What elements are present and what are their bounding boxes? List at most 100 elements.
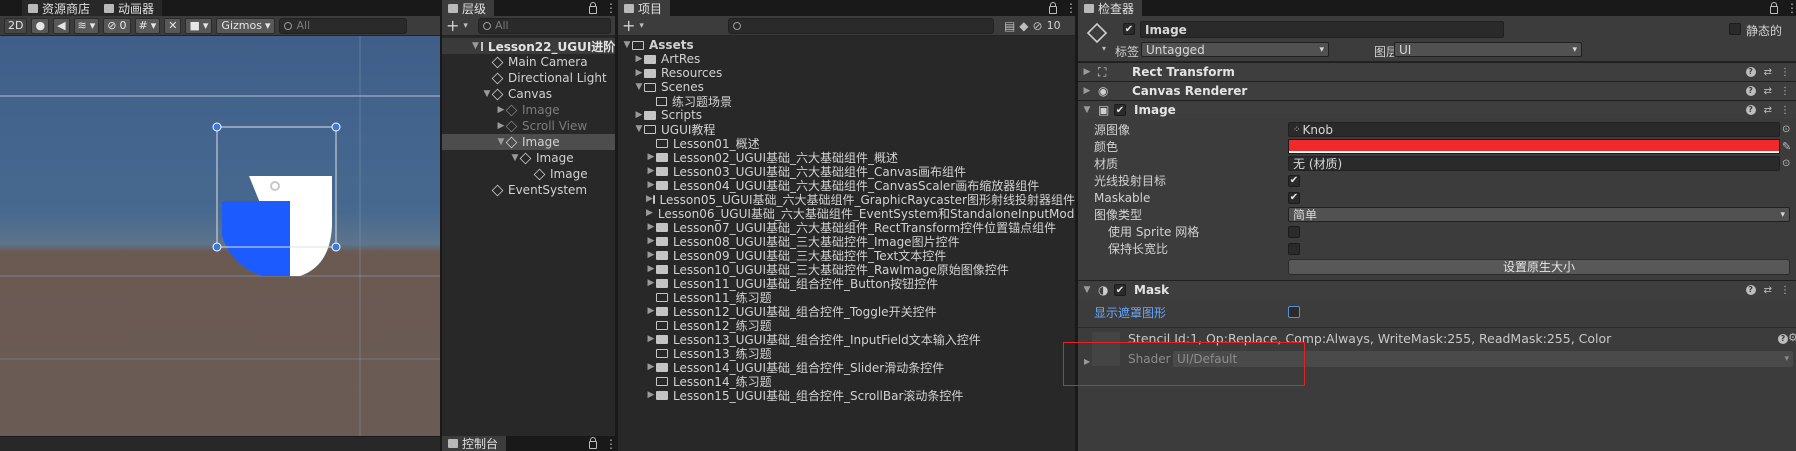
expand-arrow-icon[interactable]: ▼ bbox=[634, 82, 644, 92]
help-icon[interactable]: ? bbox=[1745, 284, 1756, 295]
tab-asset-store[interactable]: 资源商店 bbox=[22, 0, 99, 16]
hierarchy-item[interactable]: Directional Light bbox=[442, 70, 615, 86]
hierarchy-search-input[interactable]: All bbox=[477, 17, 611, 34]
mask-enabled-checkbox[interactable]: ✔ bbox=[1114, 284, 1126, 296]
expand-arrow-icon[interactable]: ▶ bbox=[646, 250, 656, 260]
expand-arrow-icon[interactable]: ▶ bbox=[646, 208, 653, 218]
hierarchy-item[interactable]: EventSystem bbox=[442, 182, 615, 198]
chevron-down-icon[interactable]: ▾ bbox=[1102, 44, 1106, 53]
expand-arrow-icon[interactable]: ▶ bbox=[634, 68, 644, 78]
set-native-size-button[interactable]: 设置原生大小 bbox=[1288, 258, 1790, 275]
expand-arrow-icon[interactable]: ▶ bbox=[634, 110, 644, 120]
expand-arrow-icon[interactable]: ▶ bbox=[646, 180, 656, 190]
help-icon[interactable]: ? bbox=[1778, 334, 1788, 344]
help-icon[interactable]: ? bbox=[1745, 104, 1756, 115]
project-tree-item[interactable]: ▶ Resources bbox=[618, 66, 1075, 80]
active-checkbox[interactable]: ✔ bbox=[1123, 23, 1135, 35]
tab-hierarchy[interactable]: 层级 bbox=[442, 0, 495, 16]
lock-icon[interactable] bbox=[589, 1, 597, 14]
expand-arrow-icon[interactable]: ▶ bbox=[646, 390, 656, 400]
project-tree-item[interactable]: 练习题场景 bbox=[618, 94, 1075, 109]
preset-icon[interactable]: ⇄ bbox=[1764, 86, 1772, 97]
eyedropper-icon[interactable]: ✎ bbox=[1782, 140, 1796, 153]
source-image-field[interactable]: ⁘ Knob bbox=[1288, 122, 1780, 137]
expand-arrow-icon[interactable]: ▼ bbox=[634, 124, 644, 134]
search-by-label-icon[interactable]: ◆ bbox=[1019, 19, 1028, 33]
expand-arrow-icon[interactable]: ▶ bbox=[646, 334, 656, 344]
hierarchy-item[interactable]: ▼ Image bbox=[442, 150, 615, 166]
project-tree-item[interactable]: ▼ Assets bbox=[618, 38, 1075, 52]
eye-hidden-icon[interactable]: ⊘ bbox=[1033, 19, 1043, 33]
2d-toggle[interactable]: 2D bbox=[4, 17, 28, 34]
project-tree-item[interactable]: ▶ ArtRes bbox=[618, 52, 1075, 66]
add-icon[interactable]: + bbox=[446, 16, 459, 35]
show-mask-graphic-checkbox[interactable] bbox=[1288, 306, 1300, 318]
more-icon[interactable]: ⋮ bbox=[1780, 86, 1790, 97]
anchor-handle-tl[interactable] bbox=[212, 122, 222, 132]
raycast-target-checkbox[interactable]: ✔ bbox=[1288, 174, 1300, 187]
expand-arrow-icon[interactable]: ▶ bbox=[646, 306, 656, 316]
more-icon[interactable]: ⋮ bbox=[605, 437, 617, 451]
expand-arrow-icon[interactable]: ▼ bbox=[1082, 105, 1092, 115]
anchor-handle-tr[interactable] bbox=[331, 122, 341, 132]
color-swatch[interactable] bbox=[1288, 139, 1780, 154]
component-image[interactable]: ▼ ▣ ✔ Image ? ⇄ ⋮ bbox=[1078, 100, 1796, 119]
scene-viewport[interactable] bbox=[0, 36, 440, 436]
lighting-toggle[interactable]: ● bbox=[31, 17, 50, 34]
lock-icon[interactable] bbox=[1770, 1, 1778, 14]
object-picker-icon[interactable]: ⊙ bbox=[1782, 158, 1796, 169]
chevron-down-icon[interactable]: ▾ bbox=[463, 21, 468, 31]
expand-arrow-icon[interactable]: ▶ bbox=[646, 278, 656, 288]
scene-search-input[interactable]: All bbox=[279, 17, 408, 34]
expand-arrow-icon[interactable]: ▶ bbox=[1082, 86, 1092, 96]
component-canvas-renderer[interactable]: ▶ ◉ Canvas Renderer ? ⇄ ⋮ bbox=[1078, 81, 1796, 100]
more-icon[interactable]: ⋮ bbox=[1780, 105, 1790, 116]
tools-button[interactable]: ✕ bbox=[164, 17, 182, 34]
hierarchy-item[interactable]: ▼ Image bbox=[442, 134, 615, 150]
expand-arrow-icon[interactable]: ▶ bbox=[646, 166, 656, 176]
preserve-aspect-checkbox[interactable] bbox=[1288, 242, 1300, 255]
preset-icon[interactable]: ⇄ bbox=[1764, 105, 1772, 116]
hierarchy-item[interactable]: ▶ Scroll View bbox=[442, 118, 615, 134]
static-checkbox[interactable] bbox=[1729, 23, 1741, 35]
expand-arrow-icon[interactable]: ▶ bbox=[646, 152, 656, 162]
lock-icon[interactable] bbox=[1049, 1, 1057, 14]
expand-arrow-icon[interactable]: ▶ bbox=[646, 194, 653, 204]
tag-dropdown[interactable]: Untagged ▾ bbox=[1141, 42, 1329, 57]
more-icon[interactable]: ⋮ bbox=[1780, 285, 1790, 296]
hierarchy-item[interactable]: ▼ Canvas bbox=[442, 86, 615, 102]
expand-arrow-icon[interactable]: ▶ bbox=[646, 264, 656, 274]
hidden-objects-toggle[interactable]: ⊘ 0 bbox=[103, 17, 131, 34]
component-rect-transform[interactable]: ▶ ⛶ Rect Transform ? ⇄ ⋮ bbox=[1078, 62, 1796, 81]
object-name-field[interactable]: Image bbox=[1140, 21, 1504, 38]
audio-toggle[interactable]: ◀ bbox=[53, 17, 70, 34]
expand-arrow-icon[interactable]: ▼ bbox=[622, 40, 632, 50]
chevron-down-icon[interactable]: ▾ bbox=[639, 21, 644, 31]
image-enabled-checkbox[interactable]: ✔ bbox=[1114, 104, 1126, 116]
hierarchy-item[interactable]: Image bbox=[442, 166, 615, 182]
project-tree-item[interactable]: ▶ Lesson15_UGUI基础_组合控件_ScrollBar滚动条控件 bbox=[618, 388, 1075, 403]
settings-icon[interactable]: ⚙ bbox=[1788, 331, 1796, 344]
project-search-input[interactable] bbox=[727, 17, 994, 34]
maskable-checkbox[interactable]: ✔ bbox=[1288, 191, 1300, 204]
tab-project[interactable]: 项目 bbox=[618, 0, 671, 16]
hierarchy-scene-row[interactable]: ▼ Lesson22_UGUI进阶 ⋮ bbox=[442, 38, 627, 54]
object-picker-icon[interactable]: ⊙ bbox=[1782, 124, 1796, 135]
help-icon[interactable]: ? bbox=[1745, 66, 1756, 77]
expand-arrow-icon[interactable]: ▼ bbox=[472, 41, 479, 51]
anchor-handle-br[interactable] bbox=[331, 242, 341, 252]
use-sprite-mesh-checkbox[interactable] bbox=[1288, 225, 1300, 238]
material-field[interactable]: 无 (材质) bbox=[1288, 156, 1780, 171]
preset-icon[interactable]: ⇄ bbox=[1764, 67, 1772, 78]
help-icon[interactable]: ? bbox=[1745, 85, 1756, 96]
anchor-handle-bl[interactable] bbox=[212, 242, 222, 252]
more-icon[interactable]: ⋮ bbox=[1780, 67, 1790, 78]
lock-icon[interactable] bbox=[589, 437, 597, 449]
component-mask[interactable]: ▼ ◑ ✔ Mask ? ⇄ ⋮ bbox=[1078, 280, 1796, 299]
search-by-type-icon[interactable]: ▤ bbox=[1004, 19, 1015, 33]
image-type-dropdown[interactable]: 简单 ▾ bbox=[1288, 207, 1790, 222]
tab-inspector[interactable]: 检查器 bbox=[1078, 0, 1143, 16]
expand-arrow-icon[interactable]: ▶ bbox=[1082, 67, 1092, 77]
layer-dropdown[interactable]: UI ▾ bbox=[1394, 42, 1582, 57]
camera-dropdown[interactable]: ■ ▾ bbox=[185, 17, 213, 34]
